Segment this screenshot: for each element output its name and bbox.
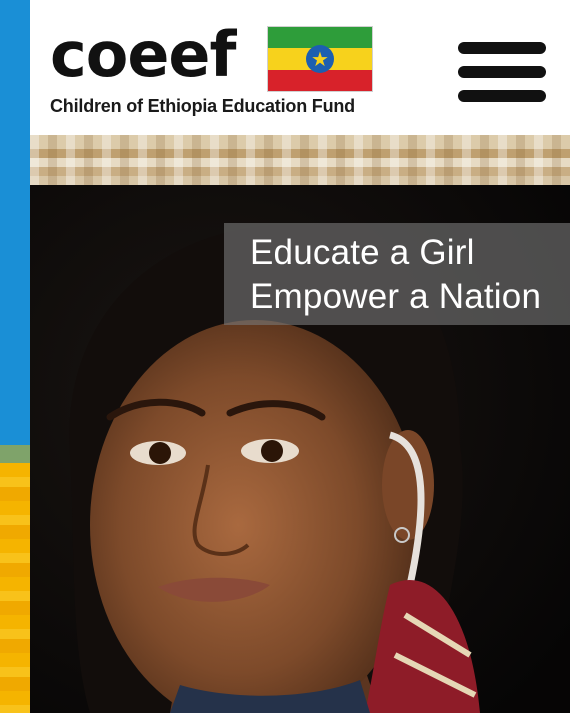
headline-line-2: Empower a Nation	[250, 277, 542, 316]
headline-line-1: Educate a Girl	[250, 233, 475, 272]
logo-tagline: Children of Ethiopia Education Fund	[50, 96, 355, 116]
menu-bar-icon	[458, 66, 546, 78]
hero-banner: Educate a Girl Empower a Nation	[30, 185, 570, 713]
site-header: coeef ★ Children of Ethiopia Education F…	[30, 0, 570, 135]
headline-overlay: Educate a Girl Empower a Nation	[224, 223, 570, 325]
side-stripe-middle	[0, 445, 30, 463]
side-stripe-gold	[0, 463, 30, 713]
logo-wordmark: coeef	[50, 18, 236, 91]
side-stripe-blue	[0, 0, 30, 445]
hamburger-menu-button[interactable]	[458, 40, 546, 104]
menu-bar-icon	[458, 42, 546, 54]
menu-bar-icon	[458, 90, 546, 102]
side-color-stripe	[0, 0, 30, 713]
decorative-mosaic-band	[30, 135, 570, 185]
ethiopia-flag-icon: ★	[267, 26, 373, 92]
coeef-logo[interactable]: coeef ★ Children of Ethiopia Education F…	[50, 18, 380, 122]
flag-star-emblem-icon: ★	[306, 45, 334, 73]
